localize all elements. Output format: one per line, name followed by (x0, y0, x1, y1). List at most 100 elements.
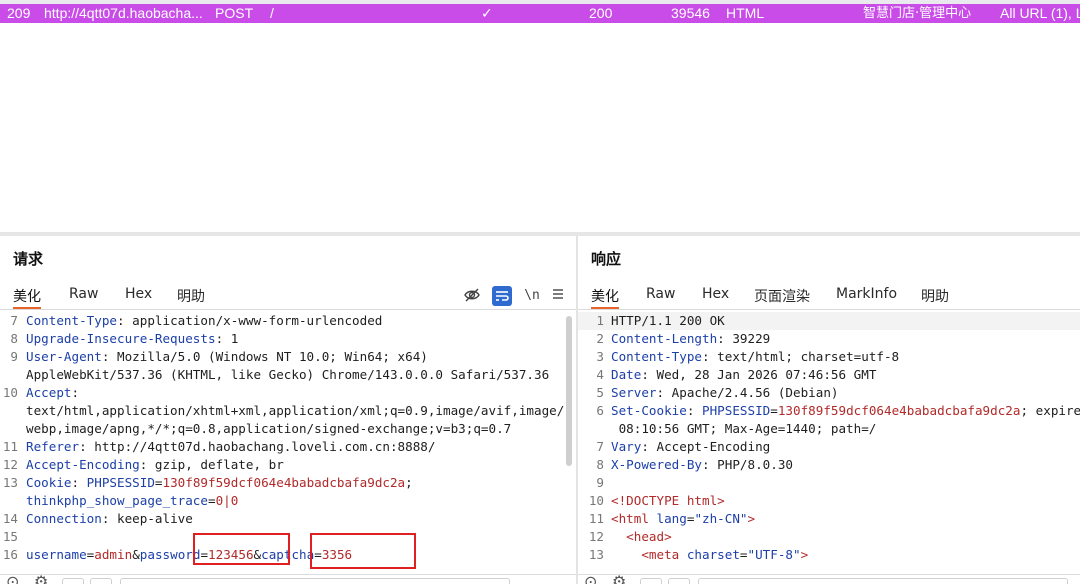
line-number: 8 (596, 457, 604, 472)
header-name: Accept-Encoding (26, 457, 140, 472)
request-line[interactable]: 14 Connection: keep-alive (0, 510, 576, 528)
response-tab-underline (578, 309, 1080, 310)
help-icon[interactable]: ⊙ (584, 575, 597, 584)
menu-icon[interactable] (548, 286, 568, 306)
request-scrollbar[interactable] (566, 316, 572, 466)
request-line[interactable]: 8 Upgrade-Insecure-Requests: 1 (0, 330, 576, 348)
response-line[interactable]: 5 Server: Apache/2.4.56 (Debian) (578, 384, 1080, 402)
request-line[interactable]: webp,image/apng,*/*;q=0.8,application/si… (0, 420, 576, 438)
line-number: 13 (2, 475, 18, 490)
line-number: 13 (588, 547, 604, 562)
header-name: Content-Type (26, 313, 117, 328)
response-line[interactable]: 1 HTTP/1.1 200 OK (578, 312, 1080, 330)
tab-response-markinfo[interactable]: MarkInfo (836, 286, 897, 310)
header-name: Content-Type (611, 349, 702, 364)
prev-button[interactable] (640, 578, 662, 584)
line-number: 9 (10, 349, 18, 364)
header-value: PHP/8.0.30 (717, 457, 793, 472)
http-history-table: 209 http://4qtt07d.haobacha... POST / ✓ … (0, 0, 1080, 232)
ampersand: & (253, 547, 262, 562)
history-notes: All URL (1), L (1000, 5, 1080, 21)
request-line[interactable]: 11 Referer: http://4qtt07d.haobachang.lov… (0, 438, 576, 456)
request-line[interactable]: 15 (0, 528, 576, 546)
wrap-lines-icon[interactable] (492, 286, 512, 306)
prev-button[interactable] (62, 578, 84, 584)
header-name: User-Agent (26, 349, 102, 364)
html-tag: > (800, 547, 809, 562)
request-line[interactable]: 10 Accept: (0, 384, 576, 402)
request-line[interactable]: 7 Content-Type: application/x-www-form-ur… (0, 312, 576, 330)
tab-response-render[interactable]: 页面渲染 (754, 286, 810, 310)
eye-off-icon[interactable] (462, 286, 482, 306)
header-name: Cookie (26, 475, 72, 490)
line-number: 9 (596, 475, 604, 490)
header-separator: : (101, 349, 117, 364)
response-line[interactable]: 08:10:56 GMT; Max-Age=1440; path=/ (578, 420, 1080, 438)
response-line[interactable]: 6 Set-Cookie: PHPSESSID=130f89f59dcf064e4… (578, 402, 1080, 420)
response-line[interactable]: 8 X-Powered-By: PHP/8.0.30 (578, 456, 1080, 474)
history-row-selected[interactable]: 209 http://4qtt07d.haobacha... POST / ✓ … (0, 4, 1080, 23)
search-input[interactable] (698, 578, 1068, 584)
tab-request-hex[interactable]: Hex (125, 286, 152, 310)
request-line[interactable]: 12 Accept-Encoding: gzip, deflate, br (0, 456, 576, 474)
response-line[interactable]: 11 <html lang="zh-CN"> (578, 510, 1080, 528)
tab-response-hex[interactable]: Hex (702, 286, 729, 310)
response-line[interactable]: 2 Content-Length: 39229 (578, 330, 1080, 348)
gear-icon[interactable]: ⚙ (34, 575, 48, 584)
param-value: 123456 (208, 547, 254, 562)
line-number: 14 (2, 511, 18, 526)
request-body-line[interactable]: 16 username=admin&password=123456&captcha… (0, 546, 576, 564)
request-line[interactable]: 9 User-Agent: Mozilla/5.0 (Windows NT 10.… (0, 348, 576, 366)
response-editor[interactable]: 1 HTTP/1.1 200 OK 2 Content-Length: 39229 3 C… (578, 312, 1080, 564)
line-number: 11 (2, 439, 18, 454)
line-code: Content-Type: text/html; charset=utf-8 (611, 348, 899, 366)
line-number: 3 (596, 349, 604, 364)
header-value: Accept-Encoding (656, 439, 771, 454)
response-title: 响应 (591, 250, 622, 268)
response-line[interactable]: 10 <!DOCTYPE html> (578, 492, 1080, 510)
help-icon[interactable]: ⊙ (6, 575, 19, 584)
line-code: Content-Length: 39229 (611, 330, 770, 348)
ampersand: & (132, 547, 140, 562)
history-method: POST (215, 5, 254, 21)
cookie-name: PHPSESSID (86, 475, 155, 490)
request-line[interactable]: 13 Cookie: PHPSESSID=130f89f59dcf064e4bab… (0, 474, 576, 492)
tab-request-raw[interactable]: Raw (69, 286, 98, 310)
response-line[interactable]: 7 Vary: Accept-Encoding (578, 438, 1080, 456)
tab-request-pretty[interactable]: 美化 (13, 286, 41, 310)
tab-response-raw[interactable]: Raw (646, 286, 675, 310)
cookie-name: PHPSESSID (702, 403, 771, 418)
response-line[interactable]: 4 Date: Wed, 28 Jan 2026 07:46:56 GMT (578, 366, 1080, 384)
line-number: 15 (2, 529, 18, 544)
equals: = (770, 403, 778, 418)
request-editor[interactable]: 7 Content-Type: application/x-www-form-ur… (0, 312, 576, 564)
semicolon: ; (405, 475, 413, 490)
tab-response-helper[interactable]: 明助 (921, 286, 949, 310)
request-line[interactable]: text/html,application/xhtml+xml,applicat… (0, 402, 576, 420)
response-line[interactable]: 13 <meta charset="UTF-8"> (578, 546, 1080, 564)
newline-icon[interactable]: \n (522, 286, 542, 306)
search-input[interactable] (120, 578, 510, 584)
request-line[interactable]: AppleWebKit/537.36 (KHTML, like Gecko) C… (0, 366, 576, 384)
header-value: 39229 (732, 331, 771, 346)
request-line[interactable]: thinkphp_show_page_trace=0|0 (0, 492, 576, 510)
header-name: Server (611, 385, 657, 400)
response-line[interactable]: 9 (578, 474, 1080, 492)
tab-response-pretty[interactable]: 美化 (591, 286, 619, 310)
header-separator: : (101, 511, 117, 526)
header-value: Wed, 28 Jan 2026 07:46:56 GMT (656, 367, 877, 382)
header-value: http://4qtt07d.haobachang.loveli.com.cn:… (94, 439, 436, 454)
gear-icon[interactable]: ⚙ (612, 575, 626, 584)
equals: = (739, 547, 748, 562)
header-separator: : (702, 457, 718, 472)
next-button[interactable] (668, 578, 690, 584)
html-tag: <meta (641, 547, 687, 562)
line-number: 1 (596, 313, 604, 328)
line-code: Date: Wed, 28 Jan 2026 07:46:56 GMT (611, 366, 876, 384)
tab-request-helper[interactable]: 明助 (177, 286, 205, 310)
next-button[interactable] (90, 578, 112, 584)
header-value: webp,image/apng,*/*;q=0.8,application/si… (26, 421, 512, 436)
response-line[interactable]: 12 <head> (578, 528, 1080, 546)
response-line[interactable]: 3 Content-Type: text/html; charset=utf-8 (578, 348, 1080, 366)
